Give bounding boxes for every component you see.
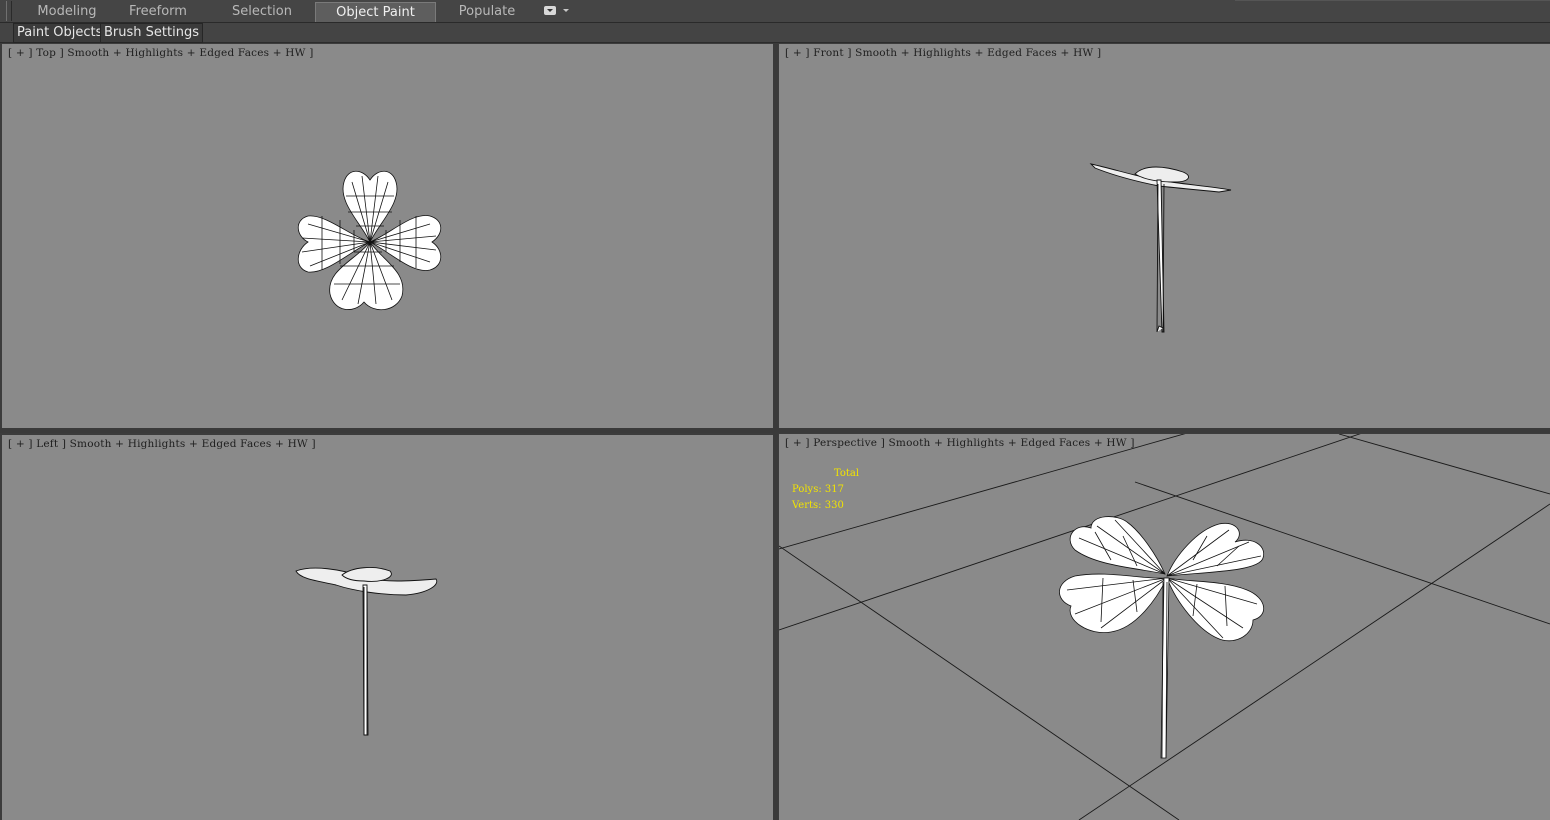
- viewport-front[interactable]: [ + ] Front ] Smooth + Highlights + Edge…: [779, 44, 1550, 428]
- clover-perspective: [1059, 516, 1265, 759]
- perspective-grid-and-clover: [779, 434, 1550, 820]
- ribbon-grip-handle[interactable]: [6, 1, 12, 21]
- ribbon-separator: [1235, 0, 1550, 23]
- viewport-left[interactable]: [ + ] Left ] Smooth + Highlights + Edged…: [2, 435, 773, 820]
- ribbon-panel-bar: Paint Objects Brush Settings: [0, 23, 1550, 43]
- tab-modeling[interactable]: Modeling: [24, 2, 110, 21]
- ribbon-options-icon: [544, 6, 556, 15]
- viewport-top[interactable]: [ + ] Top ] Smooth + Highlights + Edged …: [2, 44, 773, 428]
- tab-populate[interactable]: Populate: [444, 2, 530, 21]
- ribbon-tab-bar: Modeling Freeform Selection Object Paint…: [0, 0, 1550, 23]
- tab-freeform[interactable]: Freeform: [116, 2, 200, 21]
- clover-left-wireframe: [295, 567, 438, 736]
- ribbon-options-dropdown[interactable]: [544, 6, 570, 17]
- clover-top-wireframe: [297, 170, 442, 310]
- clover-front-wireframe: [1089, 163, 1232, 333]
- paint-objects-button[interactable]: Paint Objects: [13, 23, 107, 43]
- tab-object-paint[interactable]: Object Paint: [315, 2, 436, 22]
- viewport-perspective[interactable]: [ + ] Perspective ] Smooth + Highlights …: [779, 434, 1550, 820]
- tab-selection[interactable]: Selection: [218, 2, 306, 21]
- brush-settings-button[interactable]: Brush Settings: [100, 23, 203, 43]
- viewport-divider-horizontal[interactable]: [0, 428, 1550, 433]
- chevron-down-icon: [563, 9, 569, 12]
